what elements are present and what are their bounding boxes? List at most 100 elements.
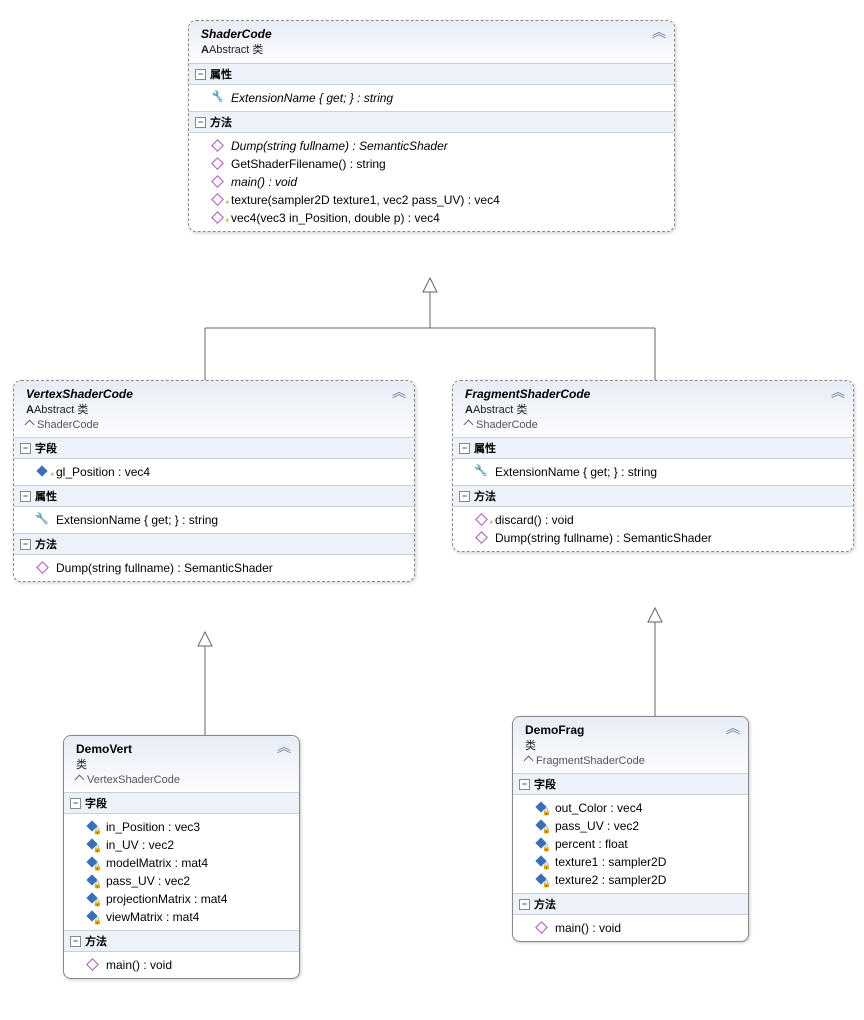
method-icon: * xyxy=(211,212,225,224)
class-title: FragmentShaderCode xyxy=(465,387,843,401)
collapse-icon[interactable]: ︽ xyxy=(277,742,291,752)
member-row[interactable]: GetShaderFilename() : string xyxy=(189,155,674,173)
class-header[interactable]: VertexShaderCode AAbstract 类 ShaderCode … xyxy=(14,381,414,437)
property-icon xyxy=(36,514,50,526)
class-title: DemoFrag xyxy=(525,723,738,737)
member-row[interactable]: 🔒pass_UV : vec2 xyxy=(64,872,299,890)
class-title: ShaderCode xyxy=(201,27,664,41)
member-row[interactable]: Dump(string fullname) : SemanticShader xyxy=(14,559,414,577)
field-icon: 🔒 xyxy=(535,838,549,850)
class-shadercode[interactable]: ShaderCode AAbstract 类 ︽ − 属性 ExtensionN… xyxy=(188,20,675,232)
member-row[interactable]: ExtensionName { get; } : string xyxy=(14,511,414,529)
section-header[interactable]: − 方法 xyxy=(189,111,674,133)
section-header[interactable]: −方法 xyxy=(513,893,748,915)
section-header[interactable]: −方法 xyxy=(64,930,299,952)
field-icon: 🔒 xyxy=(535,874,549,886)
member-row[interactable]: ExtensionName { get; } : string xyxy=(453,463,853,481)
class-header[interactable]: FragmentShaderCode AAbstract 类 ShaderCod… xyxy=(453,381,853,437)
collapse-icon[interactable]: ︽ xyxy=(831,387,845,397)
collapse-icon[interactable]: ︽ xyxy=(652,27,666,37)
class-fragmentshadercode[interactable]: FragmentShaderCode AAbstract 类 ShaderCod… xyxy=(452,380,854,552)
method-icon xyxy=(535,922,549,934)
class-stereotype: 类 xyxy=(525,737,738,753)
method-icon xyxy=(211,140,225,152)
toggle-icon[interactable]: − xyxy=(459,491,470,502)
inherits-label: ShaderCode xyxy=(26,419,404,431)
inherits-label: ShaderCode xyxy=(465,419,843,431)
member-row[interactable]: *texture(sampler2D texture1, vec2 pass_U… xyxy=(189,191,674,209)
class-demofrag[interactable]: DemoFrag 类 FragmentShaderCode ︽ −字段 🔒out… xyxy=(512,716,749,942)
toggle-icon[interactable]: − xyxy=(519,779,530,790)
field-icon: * xyxy=(36,466,50,478)
toggle-icon[interactable]: − xyxy=(70,798,81,809)
section-header[interactable]: −字段 xyxy=(513,773,748,795)
field-icon: 🔒 xyxy=(86,893,100,905)
property-icon xyxy=(211,92,225,104)
member-row[interactable]: main() : void xyxy=(513,919,748,937)
member-row[interactable]: 🔒pass_UV : vec2 xyxy=(513,817,748,835)
inherits-arrow-icon xyxy=(26,419,34,427)
member-row[interactable]: 🔒viewMatrix : mat4 xyxy=(64,908,299,926)
toggle-icon[interactable]: − xyxy=(20,443,31,454)
member-row[interactable]: 🔒percent : float xyxy=(513,835,748,853)
class-header[interactable]: DemoFrag 类 FragmentShaderCode ︽ xyxy=(513,717,748,773)
section-label: 方法 xyxy=(210,114,232,130)
method-icon: * xyxy=(475,514,489,526)
member-row[interactable]: *vec4(vec3 in_Position, double p) : vec4 xyxy=(189,209,674,227)
section-properties: − 属性 ExtensionName { get; } : string xyxy=(189,63,674,111)
member-row[interactable]: 🔒out_Color : vec4 xyxy=(513,799,748,817)
inherits-arrow-icon xyxy=(76,774,84,782)
collapse-icon[interactable]: ︽ xyxy=(392,387,406,397)
class-stereotype: AAbstract 类 xyxy=(465,401,843,417)
field-icon: 🔒 xyxy=(86,839,100,851)
method-icon xyxy=(475,532,489,544)
section-header[interactable]: −属性 xyxy=(453,437,853,459)
member-row[interactable]: 🔒projectionMatrix : mat4 xyxy=(64,890,299,908)
member-row[interactable]: 🔒texture1 : sampler2D xyxy=(513,853,748,871)
field-icon: 🔒 xyxy=(86,857,100,869)
section-header[interactable]: −方法 xyxy=(14,533,414,555)
toggle-icon[interactable]: − xyxy=(459,443,470,454)
member-row[interactable]: 🔒in_Position : vec3 xyxy=(64,818,299,836)
section-header[interactable]: − 属性 xyxy=(189,63,674,85)
section-header[interactable]: −属性 xyxy=(14,485,414,507)
member-row[interactable]: Dump(string fullname) : SemanticShader xyxy=(453,529,853,547)
class-stereotype: AAbstract 类 xyxy=(201,41,664,57)
class-header[interactable]: DemoVert 类 VertexShaderCode ︽ xyxy=(64,736,299,792)
class-title: VertexShaderCode xyxy=(26,387,404,401)
class-header[interactable]: ShaderCode AAbstract 类 ︽ xyxy=(189,21,674,63)
section-methods: − 方法 Dump(string fullname) : SemanticSha… xyxy=(189,111,674,231)
toggle-icon[interactable]: − xyxy=(195,117,206,128)
member-row[interactable]: main() : void xyxy=(189,173,674,191)
method-icon: * xyxy=(211,194,225,206)
toggle-icon[interactable]: − xyxy=(519,899,530,910)
toggle-icon[interactable]: − xyxy=(195,69,206,80)
section-header[interactable]: −字段 xyxy=(14,437,414,459)
inherits-label: VertexShaderCode xyxy=(76,774,289,786)
section-header[interactable]: −字段 xyxy=(64,792,299,814)
collapse-icon[interactable]: ︽ xyxy=(726,723,740,733)
section-label: 属性 xyxy=(210,66,232,82)
member-row[interactable]: ExtensionName { get; } : string xyxy=(189,89,674,107)
field-icon: 🔒 xyxy=(535,802,549,814)
method-icon xyxy=(36,562,50,574)
class-demovert[interactable]: DemoVert 类 VertexShaderCode ︽ −字段 🔒in_Po… xyxy=(63,735,300,979)
member-row[interactable]: 🔒texture2 : sampler2D xyxy=(513,871,748,889)
class-vertexshadercode[interactable]: VertexShaderCode AAbstract 类 ShaderCode … xyxy=(13,380,415,582)
member-row[interactable]: 🔒modelMatrix : mat4 xyxy=(64,854,299,872)
toggle-icon[interactable]: − xyxy=(70,936,81,947)
method-icon xyxy=(211,158,225,170)
toggle-icon[interactable]: − xyxy=(20,491,31,502)
member-row[interactable]: 🔒in_UV : vec2 xyxy=(64,836,299,854)
inherits-label: FragmentShaderCode xyxy=(525,755,738,767)
property-icon xyxy=(475,466,489,478)
member-row[interactable]: *discard() : void xyxy=(453,511,853,529)
field-icon: 🔒 xyxy=(86,911,100,923)
toggle-icon[interactable]: − xyxy=(20,539,31,550)
inherits-arrow-icon xyxy=(525,755,533,763)
section-header[interactable]: −方法 xyxy=(453,485,853,507)
member-row[interactable]: *gl_Position : vec4 xyxy=(14,463,414,481)
field-icon: 🔒 xyxy=(86,875,100,887)
member-row[interactable]: main() : void xyxy=(64,956,299,974)
member-row[interactable]: Dump(string fullname) : SemanticShader xyxy=(189,137,674,155)
